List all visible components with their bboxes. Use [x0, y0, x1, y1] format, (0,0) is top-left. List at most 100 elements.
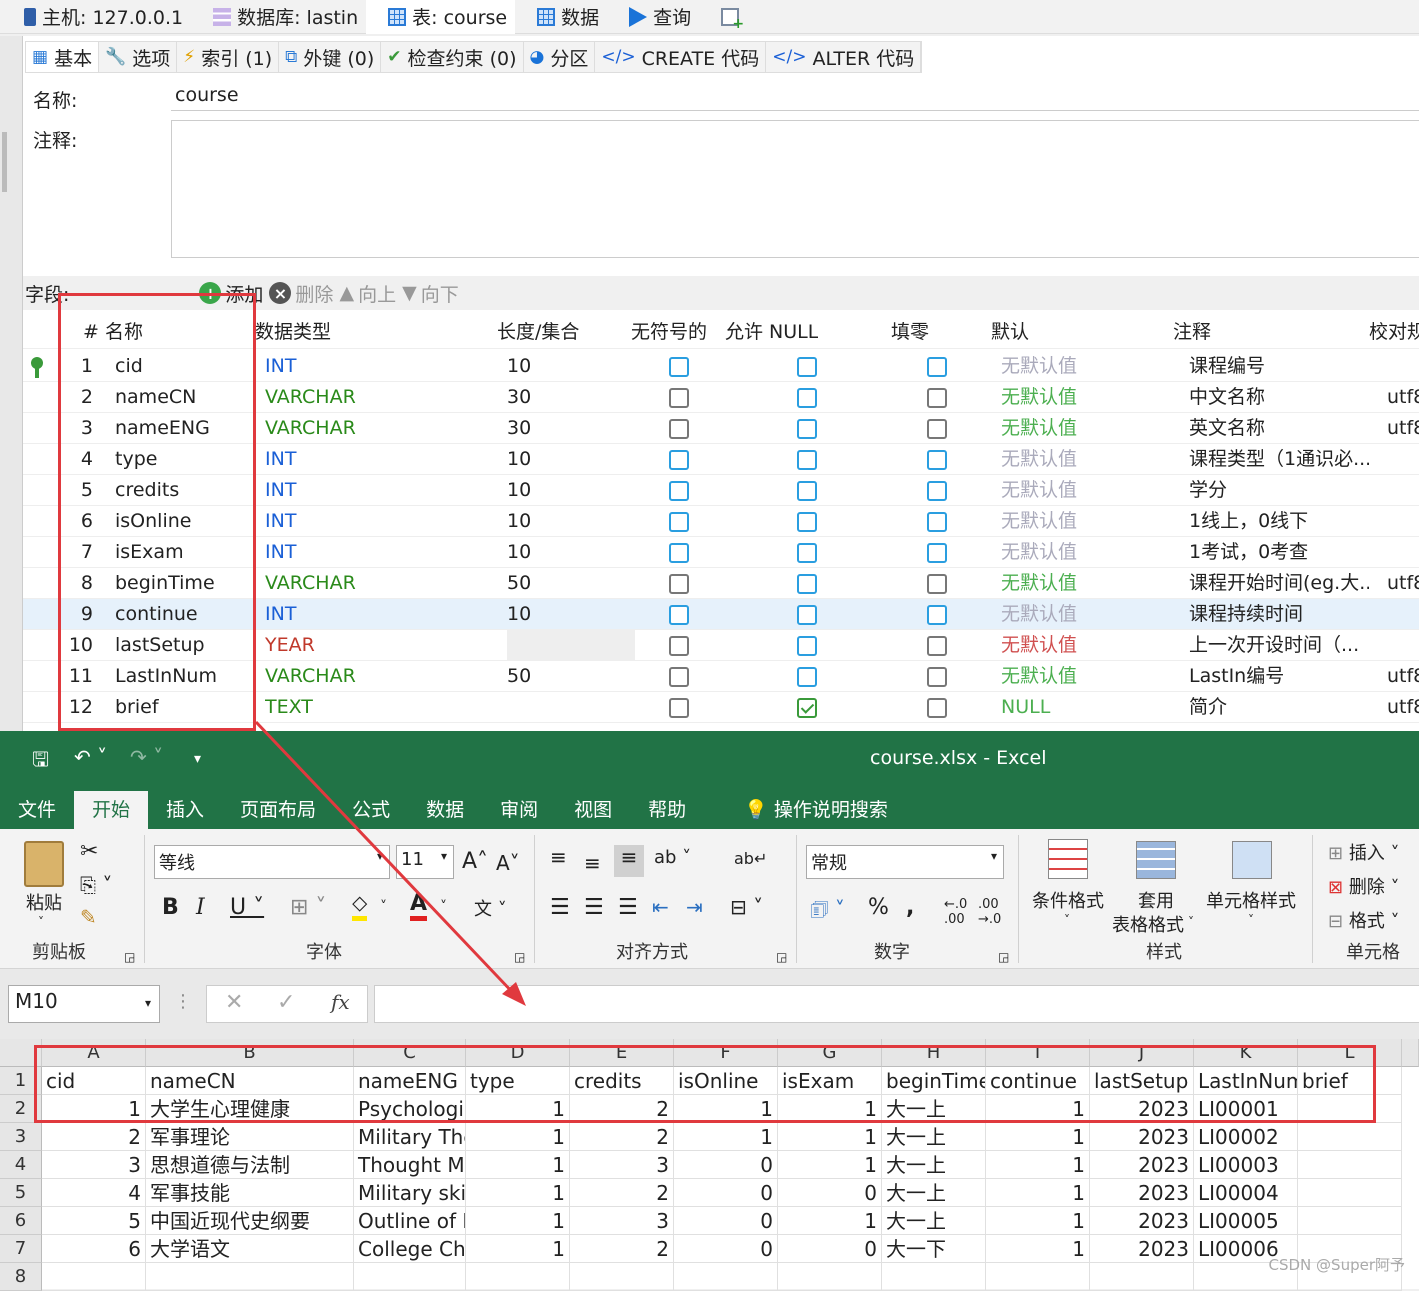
format-cells-button[interactable]: ⊟ 格式 ˅ — [1328, 907, 1400, 933]
cell[interactable]: 2023 — [1090, 1095, 1194, 1123]
cell[interactable]: 大一下 — [882, 1235, 986, 1263]
field-name[interactable]: cid — [115, 351, 255, 382]
ribbon-tab-4[interactable]: 公式 — [334, 791, 408, 829]
cell[interactable]: Outline of M — [354, 1207, 466, 1235]
percent-icon[interactable]: % — [868, 895, 889, 920]
column-row[interactable]: 7 isExam INT 10 1考试，0考查 无默认值 — [23, 537, 1419, 568]
cell[interactable]: 2 — [570, 1179, 674, 1207]
column-row[interactable]: 2 nameCN VARCHAR 30 中文名称无默认值 utf8 — [23, 382, 1419, 413]
cell[interactable]: 1 — [986, 1235, 1090, 1263]
format-painter-icon[interactable]: ✎ — [80, 905, 97, 929]
uns-checkbox[interactable] — [669, 481, 689, 501]
column-row[interactable]: 3 nameENG VARCHAR 30 英文名称无默认值 utf8 — [23, 413, 1419, 444]
cell[interactable] — [1298, 1179, 1402, 1207]
field-length[interactable]: 10 — [507, 475, 635, 506]
cell[interactable]: 2023 — [1090, 1179, 1194, 1207]
cell[interactable]: 1 — [778, 1207, 882, 1235]
borders-icon[interactable]: ⊞ ˅ — [290, 895, 326, 920]
cell[interactable]: 1 — [986, 1095, 1090, 1123]
cell[interactable]: 5 — [42, 1207, 146, 1235]
enter-icon[interactable]: ✓ — [277, 990, 295, 1015]
cell[interactable]: 1 — [674, 1095, 778, 1123]
cut-icon[interactable]: ✂ — [80, 839, 98, 864]
field-name[interactable]: continue — [115, 599, 255, 630]
cell[interactable]: 1 — [466, 1095, 570, 1123]
cell[interactable]: 1 — [466, 1207, 570, 1235]
move-down-button[interactable]: ▼ 向下 — [402, 280, 459, 307]
cell[interactable]: 1 — [778, 1123, 882, 1151]
ribbon-tab-2[interactable]: 插入 — [148, 791, 222, 829]
fill-color-icon[interactable]: ⬦ — [352, 891, 368, 921]
zf-checkbox[interactable] — [927, 698, 947, 718]
nul-checkbox[interactable] — [797, 667, 817, 687]
zf-checkbox[interactable] — [927, 543, 947, 563]
nul-checkbox[interactable] — [797, 450, 817, 470]
phonetic-icon[interactable]: 文 ˅ — [474, 895, 507, 921]
cell[interactable]: 2023 — [1090, 1235, 1194, 1263]
field-comment[interactable]: 学分 — [1189, 475, 1369, 506]
field-length[interactable] — [507, 630, 635, 661]
field-collation[interactable] — [1387, 537, 1419, 568]
align-top-icon[interactable]: ≡ — [550, 845, 567, 869]
cell[interactable]: continue — [986, 1067, 1090, 1095]
field-name[interactable]: nameCN — [115, 382, 255, 413]
row-header-1[interactable]: 1 — [0, 1067, 42, 1095]
uns-checkbox[interactable] — [669, 543, 689, 563]
zf-checkbox[interactable] — [927, 605, 947, 625]
top-tab-4[interactable]: 查询 — [607, 0, 699, 34]
column-row[interactable]: 10 lastSetup YEAR 上一次开设时间（... 无默认值 — [23, 630, 1419, 661]
column-row[interactable]: 9 continue INT 10 课程持续时间 无默认值 — [23, 599, 1419, 630]
cell[interactable]: 2023 — [1090, 1207, 1194, 1235]
cell[interactable]: 3 — [570, 1151, 674, 1179]
column-row[interactable]: 4 type INT 10 课程类型（1通识必... 无默认值 — [23, 444, 1419, 475]
field-collation[interactable]: utf8 — [1387, 692, 1419, 723]
save-icon[interactable]: 🖫 — [32, 745, 49, 779]
fill-color-dropdown-icon[interactable]: ˅ — [380, 899, 387, 915]
field-default[interactable]: 无默认值 — [1001, 506, 1171, 537]
select-all-corner[interactable] — [0, 1039, 42, 1067]
column-header-I[interactable]: I — [986, 1039, 1090, 1067]
field-type[interactable]: INT — [265, 599, 495, 630]
zf-checkbox[interactable] — [927, 357, 947, 377]
cell-styles-icon[interactable] — [1232, 841, 1272, 879]
field-type[interactable]: VARCHAR — [265, 382, 495, 413]
cell[interactable]: 1 — [466, 1123, 570, 1151]
subtab-7[interactable]: </> ALTER 代码 — [766, 42, 922, 72]
ribbon-tab-7[interactable]: 视图 — [556, 791, 630, 829]
column-row[interactable]: 1 cid INT 10 课程编号 无默认值 — [23, 351, 1419, 382]
column-header-C[interactable]: C — [354, 1039, 466, 1067]
top-tab-2[interactable]: 表: course — [366, 0, 516, 34]
field-default[interactable]: 无默认值 — [1001, 630, 1171, 661]
cell[interactable]: LI00005 — [1194, 1207, 1298, 1235]
cell[interactable]: beginTime — [882, 1067, 986, 1095]
cell-styles-dropdown-icon[interactable]: ˅ — [1248, 913, 1254, 927]
cell[interactable]: LI00003 — [1194, 1151, 1298, 1179]
font-name-box[interactable]: 等线 ▾ — [154, 845, 390, 879]
cell[interactable] — [1298, 1207, 1402, 1235]
splitter-handle[interactable] — [2, 132, 7, 192]
field-name[interactable]: nameENG — [115, 413, 255, 444]
field-collation[interactable]: utf8 — [1387, 382, 1419, 413]
number-launcher-icon[interactable]: ◲ — [998, 950, 1009, 964]
field-comment[interactable]: 课程编号 — [1189, 351, 1369, 382]
cell[interactable]: 2 — [570, 1235, 674, 1263]
merge-center-icon[interactable]: ⊟ ˅ — [730, 895, 763, 919]
top-tab-5[interactable] — [699, 0, 753, 34]
zf-checkbox[interactable] — [927, 512, 947, 532]
field-type[interactable]: INT — [265, 475, 495, 506]
font-size-box[interactable]: 11 ▾ — [396, 845, 454, 879]
field-default[interactable]: 无默认值 — [1001, 568, 1171, 599]
field-default[interactable]: 无默认值 — [1001, 661, 1171, 692]
cell[interactable]: 1 — [986, 1123, 1090, 1151]
cell[interactable]: 2023 — [1090, 1151, 1194, 1179]
cell[interactable]: lastSetup — [1090, 1067, 1194, 1095]
currency-icon[interactable]: 🗊 ˅ — [810, 895, 845, 929]
column-row[interactable]: 12 brief TEXT 简介 NULL utf8 — [23, 692, 1419, 723]
field-comment[interactable]: 上一次开设时间（... — [1189, 630, 1369, 661]
column-header-L[interactable]: L — [1298, 1039, 1402, 1067]
cell[interactable]: 0 — [778, 1235, 882, 1263]
field-collation[interactable] — [1387, 506, 1419, 537]
zf-checkbox[interactable] — [927, 667, 947, 687]
field-type[interactable]: INT — [265, 351, 495, 382]
field-default[interactable]: 无默认值 — [1001, 599, 1171, 630]
